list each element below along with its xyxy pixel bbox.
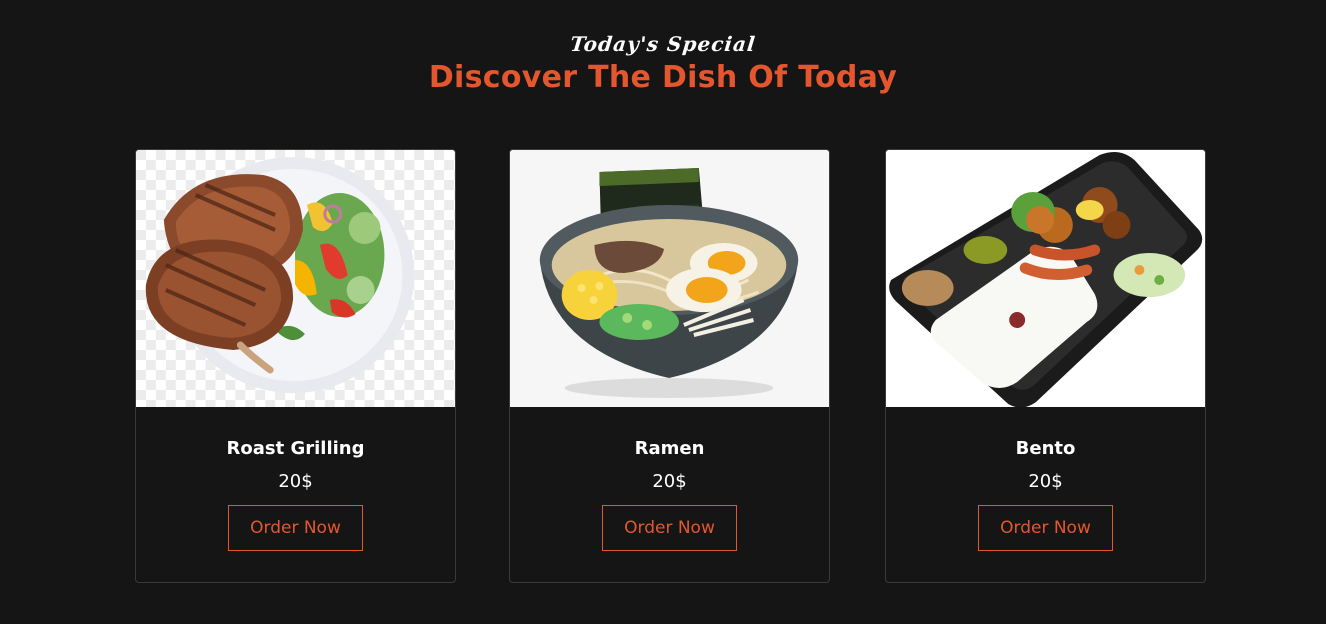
dish-card-body: Ramen 20$ Order Now: [510, 437, 829, 551]
dish-name: Ramen: [634, 438, 705, 459]
dish-card-ramen: Ramen 20$ Order Now: [509, 149, 830, 583]
section-header: Today's Special Discover The Dish Of Tod…: [0, 30, 1326, 98]
dish-card-list: Roast Grilling 20$ Order Now Ramen 20$ O…: [135, 149, 1208, 583]
order-now-button[interactable]: Order Now: [978, 505, 1113, 551]
order-now-button[interactable]: Order Now: [228, 505, 363, 551]
dish-card-body: Bento 20$ Order Now: [886, 437, 1205, 551]
dish-card-bento: Bento 20$ Order Now: [885, 149, 1206, 583]
order-now-button[interactable]: Order Now: [602, 505, 737, 551]
section-subtitle: Today's Special: [569, 32, 757, 56]
dish-card-roast-grilling: Roast Grilling 20$ Order Now: [135, 149, 456, 583]
todays-special-section: Today's Special Discover The Dish Of Tod…: [0, 0, 1326, 624]
ramen-image: [510, 150, 829, 407]
dish-price: 20$: [1028, 471, 1063, 492]
section-title: Discover The Dish Of Today: [428, 60, 898, 95]
dish-card-body: Roast Grilling 20$ Order Now: [136, 437, 455, 551]
bento-image: [886, 150, 1205, 407]
dish-name: Roast Grilling: [226, 438, 365, 459]
dish-price: 20$: [652, 471, 687, 492]
dish-name: Bento: [1015, 438, 1076, 459]
roast-grilling-image: [136, 150, 455, 407]
dish-price: 20$: [278, 471, 313, 492]
